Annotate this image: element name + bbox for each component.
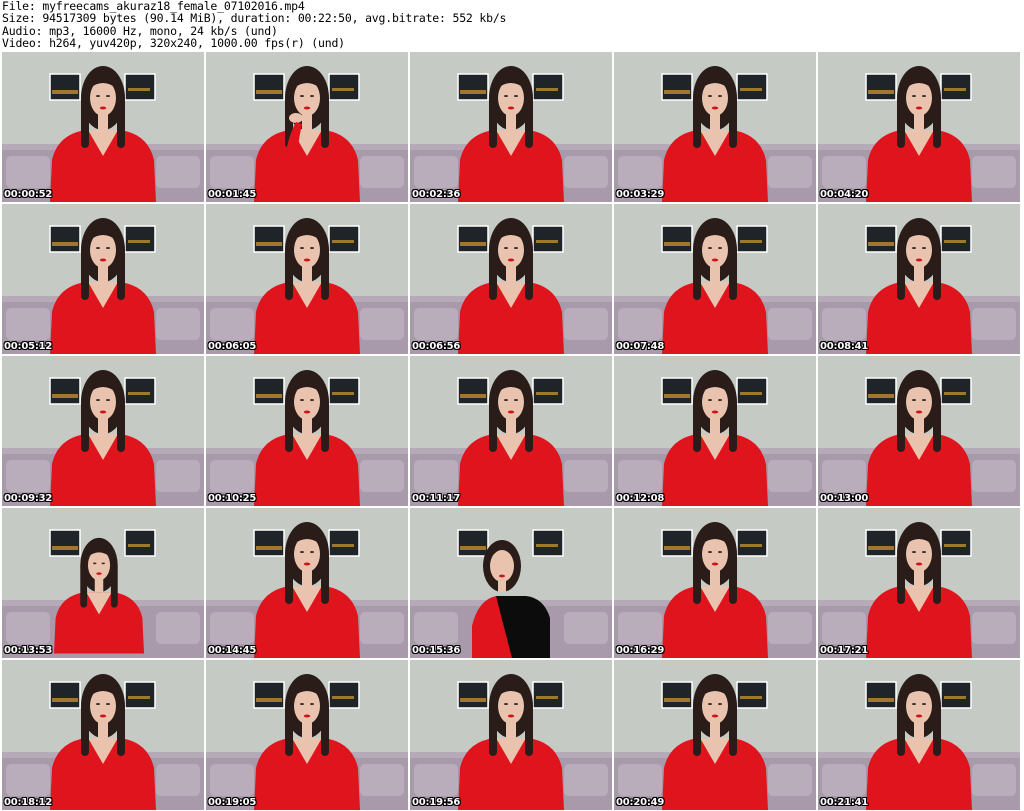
thumbnail-frame: 00:18:12 [2, 660, 204, 810]
thumbnail-frame: 00:13:53 [2, 508, 204, 658]
thumbnail-frame: 00:12:08 [614, 356, 816, 506]
thumbnail-frame: 00:19:05 [206, 660, 408, 810]
timestamp-label: 00:13:53 [4, 645, 53, 656]
timestamp-label: 00:06:56 [412, 341, 461, 352]
thumbnail-frame: 00:14:45 [206, 508, 408, 658]
timestamp-label: 00:03:29 [616, 189, 665, 200]
timestamp-label: 00:06:05 [208, 341, 257, 352]
thumbnail-frame: 00:19:56 [410, 660, 612, 810]
thumbnail-frame: 00:17:21 [818, 508, 1020, 658]
timestamp-label: 00:14:45 [208, 645, 257, 656]
timestamp-label: 00:12:08 [616, 493, 665, 504]
timestamp-label: 00:08:41 [820, 341, 869, 352]
timestamp-label: 00:02:36 [412, 189, 461, 200]
timestamp-label: 00:19:05 [208, 797, 257, 808]
timestamp-label: 00:00:52 [4, 189, 53, 200]
timestamp-label: 00:20:49 [616, 797, 665, 808]
timestamp-label: 00:19:56 [412, 797, 461, 808]
timestamp-label: 00:01:45 [208, 189, 257, 200]
thumbnail-grid: 00:00:52 00:01:45 00:02:36 00:03:29 00:0… [0, 50, 1024, 811]
thumbnail-frame: 00:21:41 [818, 660, 1020, 810]
thumbnail-frame: 00:16:29 [614, 508, 816, 658]
timestamp-label: 00:21:41 [820, 797, 869, 808]
thumbnail-frame: 00:06:05 [206, 204, 408, 354]
thumbnail-frame: 00:00:52 [2, 52, 204, 202]
thumbnail-frame: 00:10:25 [206, 356, 408, 506]
thumbnail-frame: 00:02:36 [410, 52, 612, 202]
thumbnail-frame: 00:03:29 [614, 52, 816, 202]
thumbnail-frame: 00:15:36 [410, 508, 612, 658]
timestamp-label: 00:10:25 [208, 493, 257, 504]
info-header: File: myfreecams_akuraz18_female_0710201… [2, 0, 1020, 50]
timestamp-label: 00:15:36 [412, 645, 461, 656]
thumbnail-frame: 00:11:17 [410, 356, 612, 506]
thumbnail-frame: 00:05:12 [2, 204, 204, 354]
video-line: Video: h264, yuv420p, 320x240, 1000.00 f… [2, 35, 345, 50]
timestamp-label: 00:13:00 [820, 493, 869, 504]
thumbnail-frame: 00:04:20 [818, 52, 1020, 202]
thumbnail-frame: 00:01:45 [206, 52, 408, 202]
timestamp-label: 00:11:17 [412, 493, 461, 504]
timestamp-label: 00:16:29 [616, 645, 665, 656]
timestamp-label: 00:17:21 [820, 645, 869, 656]
size-line: Size: 94517309 bytes (90.14 MiB), durati… [2, 11, 507, 26]
timestamp-label: 00:04:20 [820, 189, 869, 200]
timestamp-label: 00:07:48 [616, 341, 665, 352]
thumbnail-frame: 00:09:32 [2, 356, 204, 506]
timestamp-label: 00:18:12 [4, 797, 53, 808]
thumbnail-frame: 00:08:41 [818, 204, 1020, 354]
thumbnail-frame: 00:07:48 [614, 204, 816, 354]
timestamp-label: 00:05:12 [4, 341, 53, 352]
thumbnail-frame: 00:13:00 [818, 356, 1020, 506]
thumbnail-frame: 00:20:49 [614, 660, 816, 810]
thumbnail-frame: 00:06:56 [410, 204, 612, 354]
timestamp-label: 00:09:32 [4, 493, 53, 504]
